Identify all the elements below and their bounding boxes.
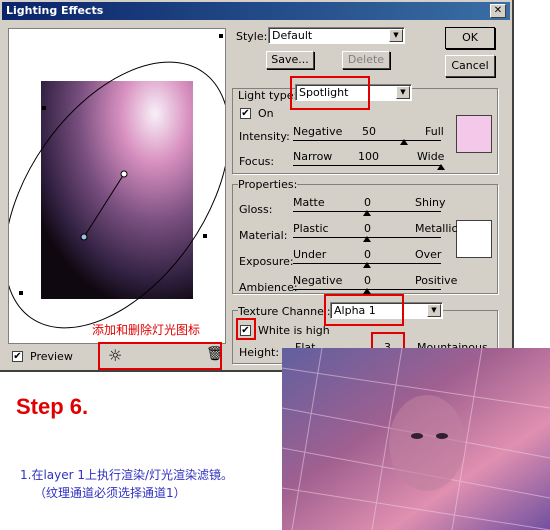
property-label: Material: (239, 229, 288, 242)
delete-button[interactable]: Delete (342, 51, 390, 69)
light-color-swatch[interactable] (456, 115, 492, 153)
window-title: Lighting Effects (6, 4, 104, 17)
property-value: 0 (364, 248, 371, 261)
light-on-label: On (258, 107, 274, 120)
light-focus-handle (120, 170, 128, 178)
intensity-min-label: Negative (293, 125, 343, 138)
property-min-label: Plastic (293, 222, 329, 235)
add-delete-annotation: 添加和删除灯光图标 (92, 323, 201, 337)
style-value: Default (272, 29, 313, 42)
style-select[interactable]: Default ▼ (268, 27, 405, 44)
property-min-label: Matte (293, 196, 325, 209)
focus-label: Focus: (239, 155, 275, 168)
property-value: 0 (364, 196, 371, 209)
property-label: Ambience: (239, 281, 298, 294)
intensity-value: 50 (362, 125, 376, 138)
properties-title: Properties: (238, 178, 298, 191)
chevron-down-icon: ▼ (396, 86, 410, 99)
property-thumb[interactable] (363, 210, 371, 216)
preview-label: Preview (30, 350, 73, 363)
property-value: 0 (364, 274, 371, 287)
property-max-label: Metallic (415, 222, 458, 235)
result-photo (282, 348, 550, 530)
intensity-slider[interactable] (293, 140, 441, 141)
light-center-handle (80, 233, 88, 241)
title-bar: Lighting Effects ✕ (2, 2, 510, 20)
highlight-texture-channel (324, 294, 404, 326)
preview-image (41, 81, 193, 299)
focus-min-label: Narrow (293, 150, 333, 163)
focus-value: 100 (358, 150, 379, 163)
ellipse-handle-1 (219, 34, 223, 38)
ellipse-handle-2 (203, 234, 207, 238)
property-max-label: Positive (415, 274, 458, 287)
white-is-high-label: White is high (258, 324, 330, 337)
ok-button[interactable]: OK (445, 27, 495, 49)
property-label: Exposure: (239, 255, 294, 268)
lighting-effects-dialog: Lighting Effects ✕ ✔ Preview ☼ 🗑 Style: … (0, 0, 514, 372)
intensity-thumb[interactable] (400, 139, 408, 145)
ambient-color-swatch[interactable] (456, 220, 492, 258)
texture-channel-label: Texture Channel: (238, 305, 331, 318)
light-type-label: Light type: (238, 89, 298, 102)
light-on-checkbox[interactable]: ✔ (240, 108, 251, 119)
property-thumb[interactable] (363, 262, 371, 268)
cancel-button[interactable]: Cancel (445, 55, 495, 77)
step-heading: Step 6. (16, 394, 89, 419)
focus-max-label: Wide (417, 150, 445, 163)
chevron-down-icon: ▼ (427, 304, 441, 317)
property-max-label: Over (415, 248, 442, 261)
ellipse-handle-4 (42, 106, 46, 110)
style-label: Style: (236, 30, 268, 43)
property-min-label: Under (293, 248, 327, 261)
property-min-label: Negative (293, 274, 343, 287)
preview-checkbox[interactable]: ✔ (12, 351, 23, 362)
intensity-max-label: Full (425, 125, 444, 138)
height-label: Height: (239, 346, 280, 359)
highlight-white-is-high (236, 318, 256, 340)
close-icon[interactable]: ✕ (490, 4, 506, 18)
property-label: Gloss: (239, 203, 273, 216)
property-max-label: Shiny (415, 196, 446, 209)
chevron-down-icon: ▼ (389, 29, 403, 42)
highlight-light-icons (98, 342, 222, 370)
highlight-light-type (290, 76, 370, 110)
focus-thumb[interactable] (437, 164, 445, 170)
focus-slider[interactable] (293, 165, 441, 166)
save-button[interactable]: Save... (266, 51, 314, 69)
property-value: 0 (364, 222, 371, 235)
preview-canvas[interactable] (8, 28, 226, 344)
instruction-line-2: （纹理通道必须选择通道1） (34, 486, 186, 500)
property-thumb[interactable] (363, 236, 371, 242)
ellipse-handle-3 (19, 291, 23, 295)
instruction-line-1: 1.在layer 1上执行渲染/灯光渲染滤镜。 (20, 468, 234, 482)
intensity-label: Intensity: (239, 130, 290, 143)
